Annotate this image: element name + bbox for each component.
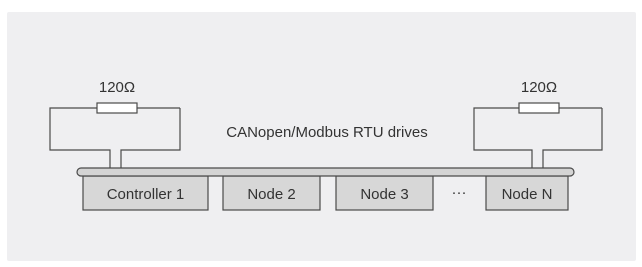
bus-label: CANopen/Modbus RTU drives — [226, 124, 427, 141]
left-resistor-label: 120Ω — [99, 79, 135, 96]
node-label: Node N — [502, 186, 553, 203]
ellipsis: ··· — [452, 184, 467, 201]
node-controller-1: Controller 1 — [82, 175, 209, 211]
right-resistor — [518, 102, 560, 114]
can-bus-line — [76, 167, 575, 177]
node-label: Controller 1 — [107, 186, 185, 203]
node-n: Node N — [485, 175, 569, 211]
right-resistor-label: 120Ω — [521, 79, 557, 96]
node-3: Node 3 — [335, 175, 434, 211]
left-resistor — [96, 102, 138, 114]
node-label: Node 3 — [360, 186, 408, 203]
can-bus-diagram: 120Ω 120Ω CANopen/Modbus RTU drives Cont… — [7, 12, 636, 261]
node-label: Node 2 — [247, 186, 295, 203]
node-2: Node 2 — [222, 175, 321, 211]
